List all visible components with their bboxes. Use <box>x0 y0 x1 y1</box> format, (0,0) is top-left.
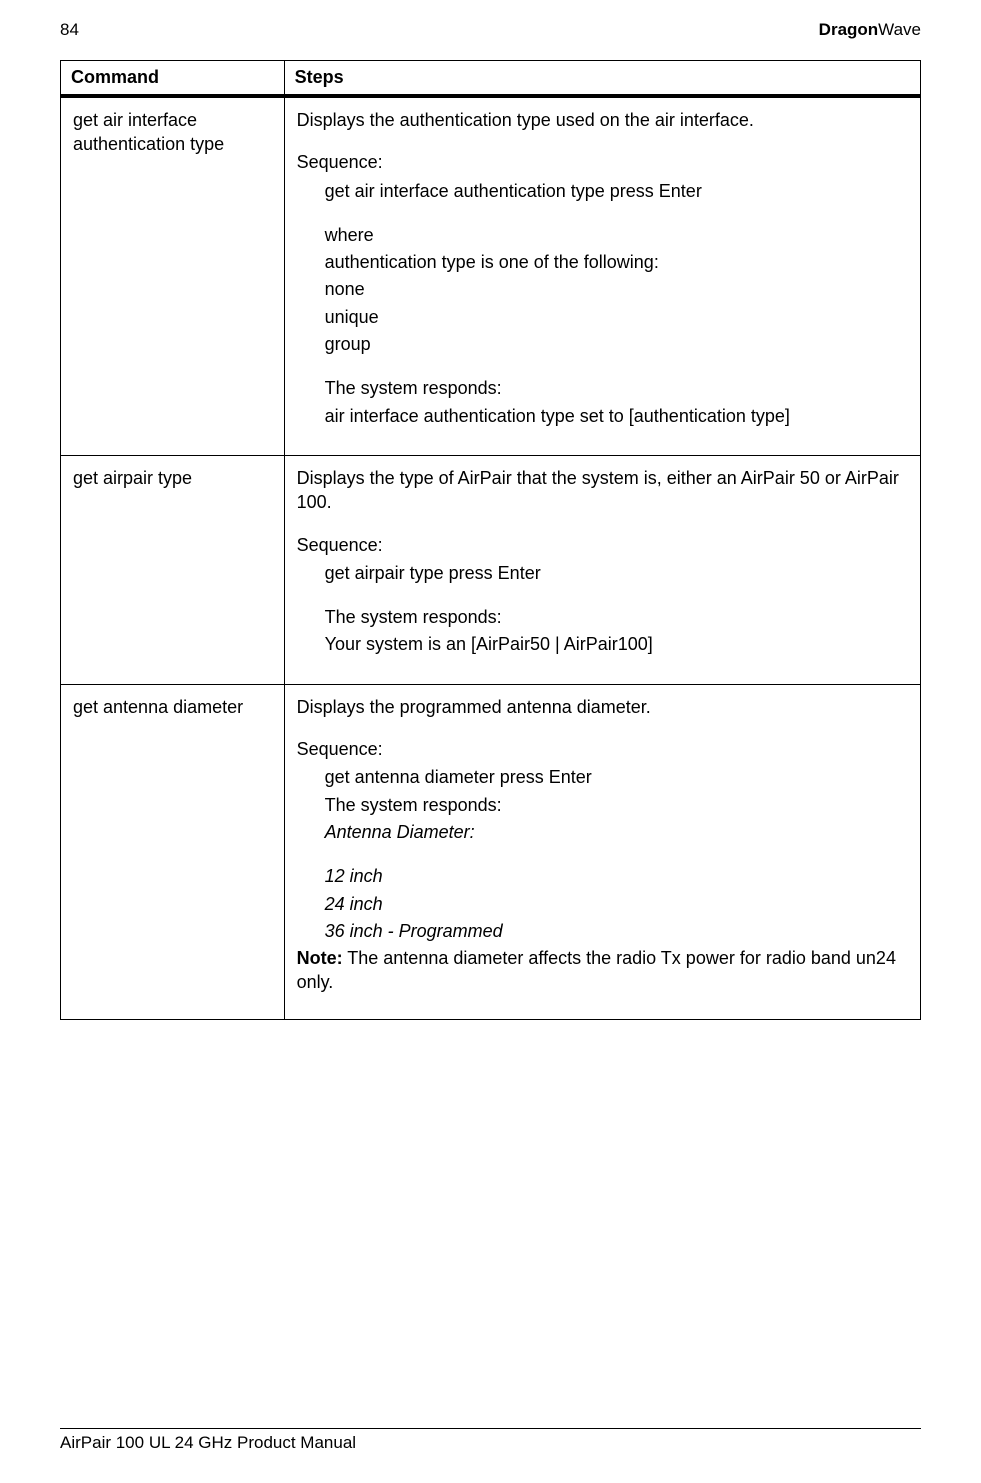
steps-intro: Displays the type of AirPair that the sy… <box>297 466 908 515</box>
brand-bold: Dragon <box>819 20 879 39</box>
seq-line: get air interface authentication type pr… <box>325 179 908 203</box>
command-cell: get airpair type <box>61 455 285 684</box>
seq-gap <box>325 206 908 220</box>
seq-line: Antenna Diameter: <box>325 820 908 844</box>
steps-intro: Displays the programmed antenna diameter… <box>297 695 908 719</box>
sequence-label: Sequence: <box>297 150 908 174</box>
command-cell: get antenna diameter <box>61 684 285 1019</box>
steps-cell: Displays the programmed antenna diameter… <box>284 684 920 1019</box>
seq-line: The system responds: <box>325 605 908 629</box>
steps-intro: Displays the authentication type used on… <box>297 108 908 132</box>
seq-line: 24 inch <box>325 892 908 916</box>
note-text: The antenna diameter affects the radio T… <box>297 948 896 992</box>
seq-line: get airpair type press Enter <box>325 561 908 585</box>
seq-line: Your system is an [AirPair50 | AirPair10… <box>325 632 908 656</box>
page-footer: AirPair 100 UL 24 GHz Product Manual <box>60 1428 921 1453</box>
sequence-block: get airpair type press Enter The system … <box>297 561 908 657</box>
seq-line: The system responds: <box>325 793 908 817</box>
table-row: get antenna diameter Displays the progra… <box>61 684 921 1019</box>
seq-line: air interface authentication type set to… <box>325 404 908 428</box>
note-label: Note: <box>297 948 343 968</box>
table-row: get air interface authentication type Di… <box>61 96 921 455</box>
note: Note: The antenna diameter affects the r… <box>297 946 908 995</box>
sequence-label: Sequence: <box>297 533 908 557</box>
seq-line: 36 inch - Programmed <box>325 919 908 943</box>
brand-light: Wave <box>878 20 921 39</box>
seq-line: get antenna diameter press Enter <box>325 765 908 789</box>
seq-line: none <box>325 277 908 301</box>
page-number: 84 <box>60 20 79 40</box>
seq-line: group <box>325 332 908 356</box>
steps-cell: Displays the authentication type used on… <box>284 96 920 455</box>
table-row: get airpair type Displays the type of Ai… <box>61 455 921 684</box>
table-header-row: Command Steps <box>61 61 921 97</box>
sequence-block: get antenna diameter press Enter The sys… <box>297 765 908 943</box>
command-cell: get air interface authentication type <box>61 96 285 455</box>
seq-gap <box>325 588 908 602</box>
col-command: Command <box>61 61 285 97</box>
steps-cell: Displays the type of AirPair that the sy… <box>284 455 920 684</box>
sequence-label: Sequence: <box>297 737 908 761</box>
seq-line: where <box>325 223 908 247</box>
page-header: 84 DragonWave <box>60 20 921 40</box>
seq-line: The system responds: <box>325 376 908 400</box>
seq-line: authentication type is one of the follow… <box>325 250 908 274</box>
sequence-block: get air interface authentication type pr… <box>297 179 908 428</box>
seq-gap <box>325 359 908 373</box>
seq-gap <box>325 847 908 861</box>
command-table: Command Steps get air interface authenti… <box>60 60 921 1020</box>
brand: DragonWave <box>819 20 921 40</box>
seq-line: unique <box>325 305 908 329</box>
col-steps: Steps <box>284 61 920 97</box>
seq-line: 12 inch <box>325 864 908 888</box>
